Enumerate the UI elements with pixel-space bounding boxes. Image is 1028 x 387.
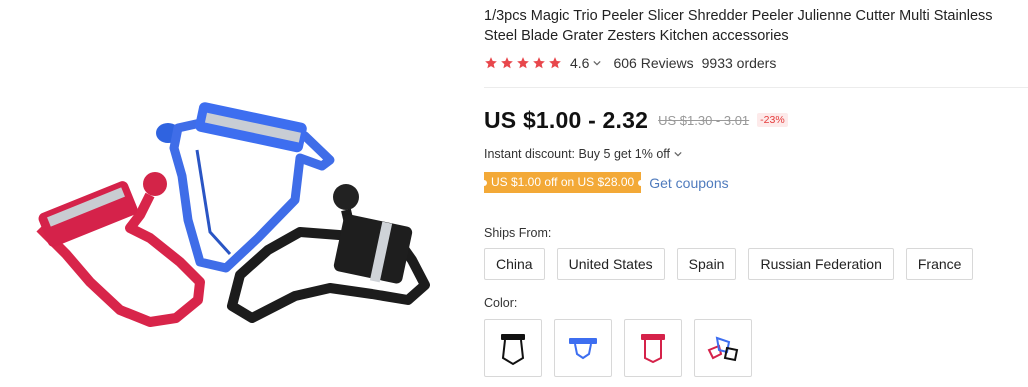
reviews-link[interactable]: 606 Reviews <box>613 55 693 71</box>
ships-from-label: Ships From: <box>484 226 552 240</box>
ship-option-united-states[interactable]: United States <box>556 248 665 280</box>
blue-peeler <box>156 102 335 273</box>
divider <box>484 87 1028 88</box>
color-swatch-trio[interactable] <box>694 319 752 377</box>
product-image[interactable] <box>0 0 475 387</box>
coupon-badge[interactable]: US $1.00 off on US $28.00 <box>480 172 645 193</box>
color-swatch-red[interactable] <box>624 319 682 377</box>
instant-discount-text: Instant discount: Buy 5 get 1% off <box>484 147 670 161</box>
color-label: Color: <box>484 296 518 310</box>
star-icon <box>485 57 497 69</box>
rating-stars <box>484 56 562 70</box>
discount-badge: -23% <box>757 113 788 127</box>
current-price: US $1.00 - 2.32 <box>484 106 649 133</box>
color-swatch-black[interactable] <box>484 319 542 377</box>
rating-value[interactable]: 4.6 <box>570 55 589 71</box>
price-row: US $1.00 - 2.32 US $1.30 - 3.01 -23% <box>484 105 788 135</box>
product-title: 1/3pcs Magic Trio Peeler Slicer Shredder… <box>484 8 993 44</box>
red-peeler <box>36 172 205 327</box>
black-peeler <box>227 184 430 323</box>
trio-peeler-thumbnail-icon <box>707 336 739 362</box>
chevron-down-icon[interactable] <box>593 59 602 67</box>
ship-option-france[interactable]: France <box>905 248 974 280</box>
star-icon <box>533 57 545 69</box>
star-icon <box>549 57 561 69</box>
instant-discount[interactable]: Instant discount: Buy 5 get 1% off <box>484 147 682 161</box>
get-coupons-link[interactable]: Get coupons <box>649 175 728 191</box>
original-price: US $1.30 - 3.01 <box>658 112 750 128</box>
chevron-down-icon <box>674 151 682 157</box>
ships-from-options: China United States Spain Russian Federa… <box>484 248 974 280</box>
color-swatch-blue[interactable] <box>554 319 612 377</box>
rating-row: 4.6 606 Reviews 9933 orders <box>484 53 776 73</box>
red-peeler-thumbnail-icon <box>641 334 665 364</box>
blue-peeler-thumbnail-icon <box>569 338 597 360</box>
color-options <box>484 319 752 377</box>
black-peeler-thumbnail-icon <box>501 334 525 366</box>
ship-option-spain[interactable]: Spain <box>676 248 737 280</box>
peelers-illustration <box>36 102 430 327</box>
star-icon <box>501 57 513 69</box>
ship-option-china[interactable]: China <box>484 248 545 280</box>
ship-option-russian-federation[interactable]: Russian Federation <box>748 248 894 280</box>
coupon-row: US $1.00 off on US $28.00 Get coupons <box>480 172 729 193</box>
star-icon <box>517 57 529 69</box>
orders-count: 9933 orders <box>701 55 777 71</box>
